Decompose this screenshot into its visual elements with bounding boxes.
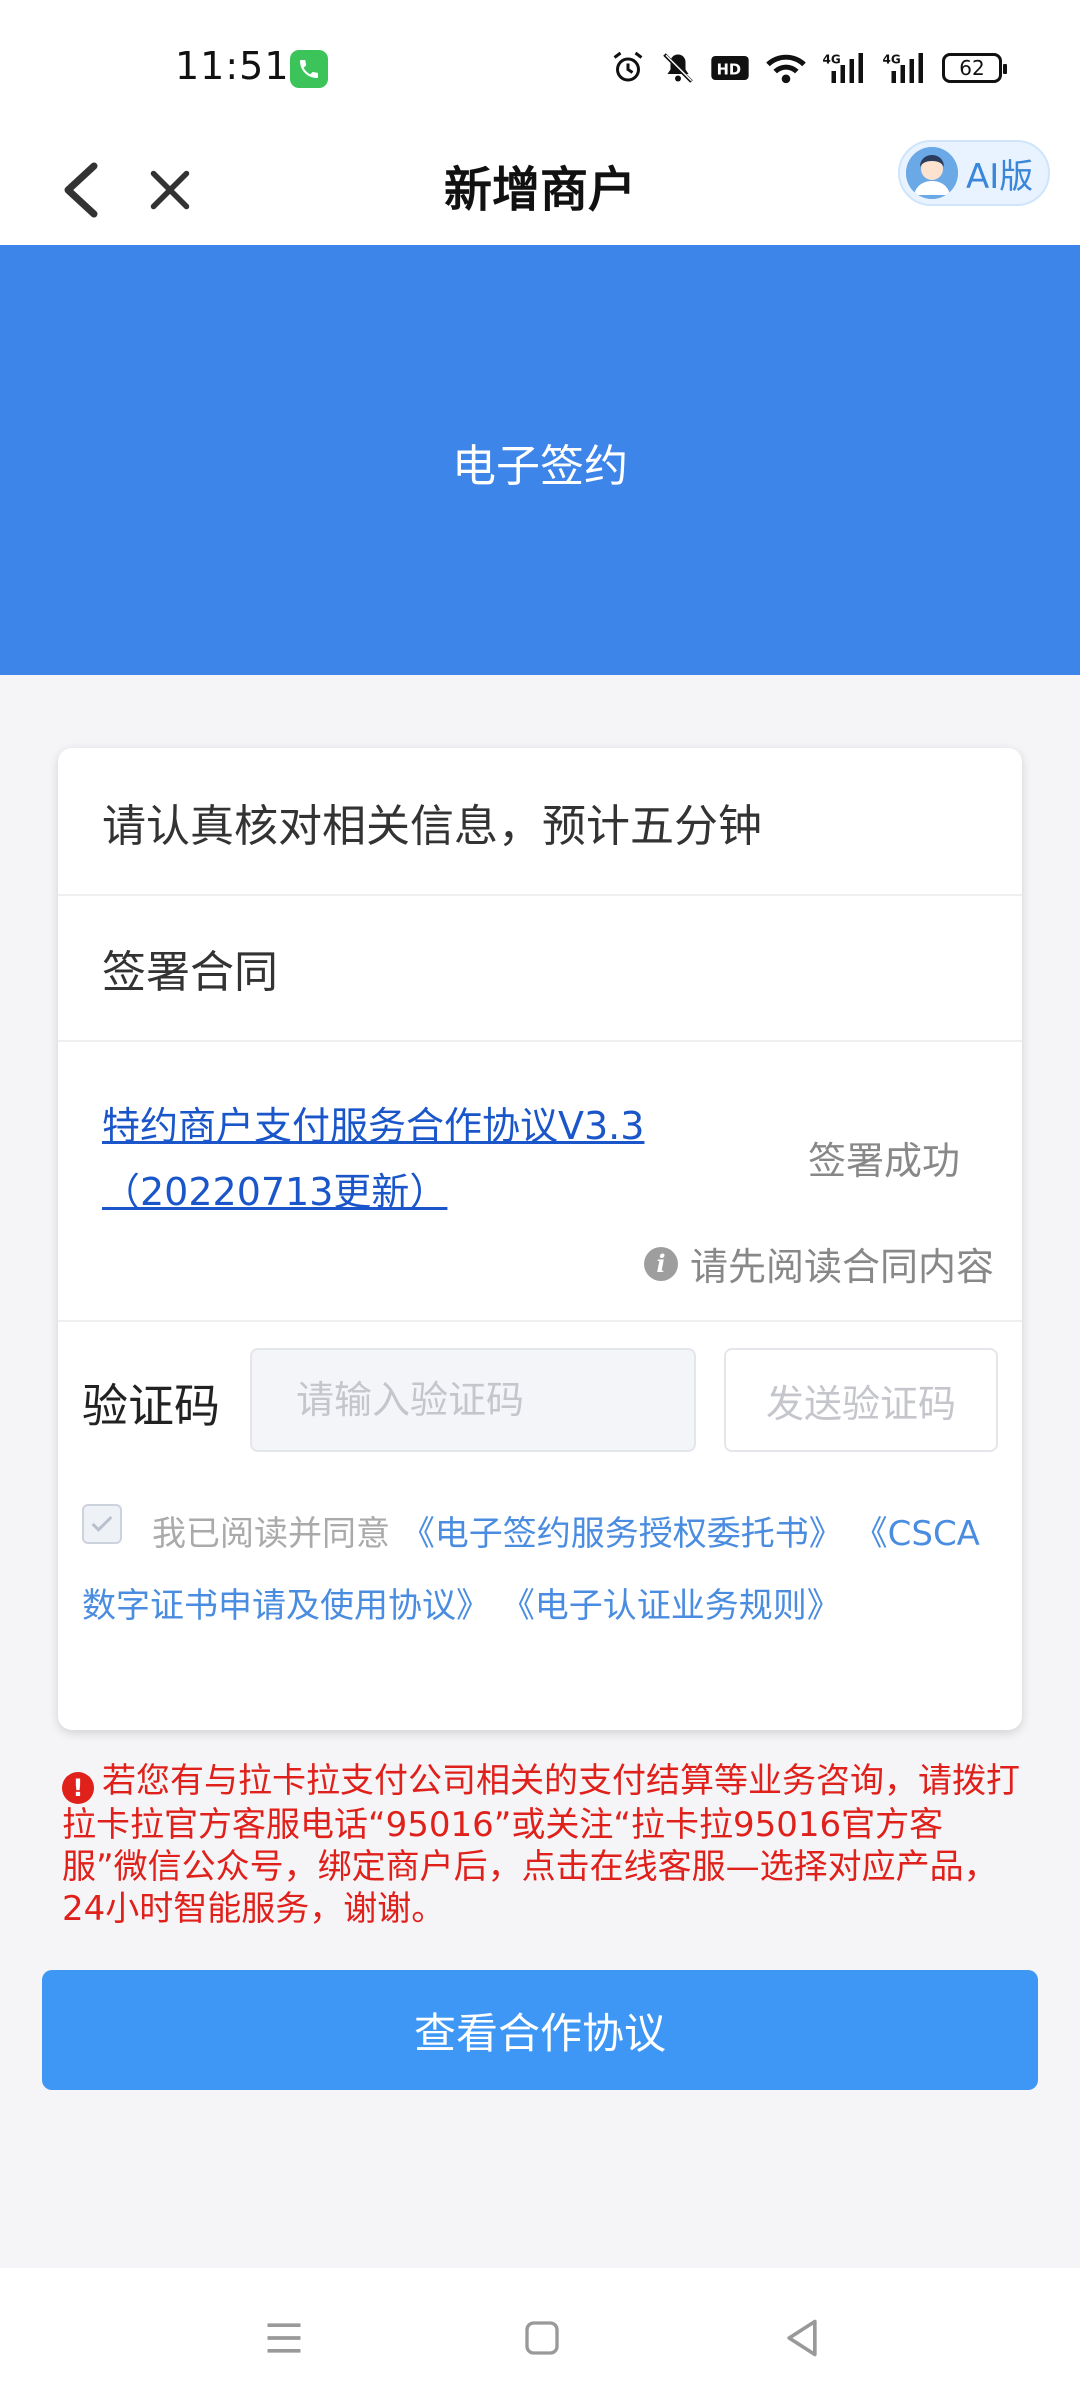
ai-version-button[interactable]: AI版 (898, 140, 1050, 206)
mute-icon (660, 50, 696, 86)
battery-icon: 62 (942, 53, 1007, 83)
card-section-row: 签署合同 (58, 894, 1022, 1042)
code-label: 验证码 (82, 1379, 220, 1433)
signal-4g-icon: 4G (882, 50, 928, 86)
alarm-icon (610, 50, 646, 86)
battery-level: 62 (959, 56, 985, 80)
banner-title: 电子签约 (452, 441, 628, 492)
contract-link[interactable]: 特约商户支付服务合作协议V3.3（20220713更新） (102, 1093, 722, 1225)
hd-icon: HD (710, 52, 750, 84)
card-notice: 请认真核对相关信息，预计五分钟 (102, 801, 762, 852)
agreement-link-authorization[interactable]: 《电子签约服务授权委托书》 (401, 1514, 843, 1554)
banner: 电子签约 (0, 245, 1080, 675)
view-agreement-button[interactable]: 查看合作协议 (42, 1970, 1038, 2090)
section-title: 签署合同 (102, 947, 278, 998)
home-icon[interactable] (512, 2308, 572, 2368)
svg-text:4G: 4G (883, 53, 901, 67)
card-notice-row: 请认真核对相关信息，预计五分钟 (58, 748, 1022, 896)
info-icon: i (643, 1246, 678, 1281)
ai-version-label: AI版 (966, 156, 1034, 197)
service-notice-text: 若您有与拉卡拉支付公司相关的支付结算等业务咨询，请拨打拉卡拉官方客服电话“950… (62, 1761, 1020, 1929)
phone-icon (290, 50, 328, 88)
agree-prefix: 我已阅读并同意 (152, 1514, 390, 1554)
send-code-button[interactable]: 发送验证码 (724, 1348, 998, 1452)
service-notice: ! 若您有与拉卡拉支付公司相关的支付结算等业务咨询，请拨打拉卡拉官方客服电话“95… (62, 1760, 1022, 1930)
status-bar: 11:51 HD 4G 4G 62 (0, 0, 1080, 130)
wifi-icon (764, 50, 808, 86)
verification-code-input[interactable] (250, 1348, 696, 1452)
signal-4g-icon: 4G (822, 50, 868, 86)
status-icons: HD 4G 4G 62 (610, 46, 1007, 90)
read-hint: i 请先阅读合同内容 (643, 1236, 994, 1291)
svg-text:HD: HD (717, 62, 741, 79)
ai-avatar-icon (906, 147, 958, 199)
svg-text:4G: 4G (823, 53, 841, 67)
read-hint-text: 请先阅读合同内容 (689, 1245, 994, 1289)
agreement-text: 我已阅读并同意 《电子签约服务授权委托书》 《CSCA数字证书申请及使用协议》 … (82, 1498, 1002, 1642)
system-nav-bar (0, 2268, 1080, 2400)
status-time: 11:51 (175, 44, 290, 88)
back-nav-icon[interactable] (772, 2308, 832, 2368)
menu-icon[interactable] (254, 2308, 314, 2368)
sign-status: 签署成功 (808, 1139, 961, 1183)
nav-bar: 新增商户 AI版 (0, 130, 1080, 245)
signing-card: 请认真核对相关信息，预计五分钟 签署合同 特约商户支付服务合作协议V3.3（20… (58, 748, 1022, 1730)
agreement-link-certification-rules[interactable]: 《电子认证业务规则》 (501, 1586, 841, 1626)
alert-icon: ! (62, 1772, 94, 1804)
